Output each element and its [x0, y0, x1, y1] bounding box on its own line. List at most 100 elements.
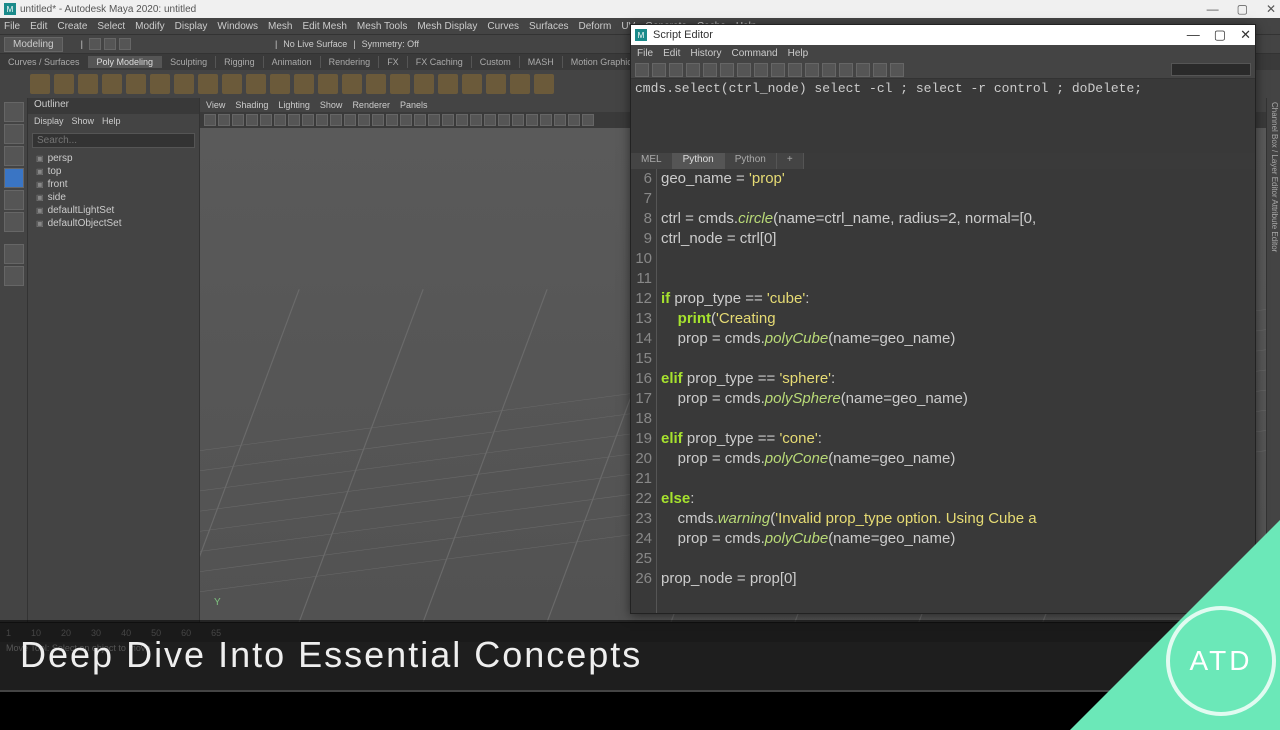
viewport-toolbar-button[interactable]	[372, 114, 384, 126]
shelf-icon[interactable]	[246, 74, 266, 94]
se-toolbar-button[interactable]	[686, 63, 700, 77]
shelf-icon[interactable]	[174, 74, 194, 94]
shelf-icon[interactable]	[390, 74, 410, 94]
live-surface-dropdown[interactable]: No Live Surface	[283, 39, 347, 49]
outliner-menu-item[interactable]: Show	[72, 116, 95, 126]
viewport-toolbar-button[interactable]	[330, 114, 342, 126]
shelf-icon[interactable]	[150, 74, 170, 94]
outliner-item[interactable]: defaultLightSet	[28, 204, 199, 217]
minimize-button[interactable]: —	[1207, 2, 1219, 16]
viewport-toolbar-button[interactable]	[288, 114, 300, 126]
viewport-menu-item[interactable]: Shading	[235, 100, 268, 110]
scale-tool[interactable]	[4, 212, 24, 232]
shelf-tab[interactable]: Rigging	[216, 56, 264, 68]
shelf-icon[interactable]	[342, 74, 362, 94]
se-toolbar-button[interactable]	[754, 63, 768, 77]
se-menu-item[interactable]: History	[690, 48, 721, 59]
se-toolbar-button[interactable]	[856, 63, 870, 77]
viewport-menu-item[interactable]: View	[206, 100, 225, 110]
script-editor-tabs[interactable]: MELPythonPython+	[631, 153, 1255, 169]
se-toolbar-button[interactable]	[720, 63, 734, 77]
symmetry-dropdown[interactable]: Symmetry: Off	[362, 39, 419, 49]
maximize-button[interactable]: ▢	[1214, 27, 1226, 43]
menu-mesh-tools[interactable]: Mesh Tools	[357, 21, 407, 32]
viewport-toolbar-button[interactable]	[218, 114, 230, 126]
se-toolbar-button[interactable]	[771, 63, 785, 77]
se-menu-item[interactable]: Command	[731, 48, 777, 59]
status-icon[interactable]	[89, 38, 101, 50]
shelf-icon[interactable]	[126, 74, 146, 94]
outliner-item[interactable]: persp	[28, 152, 199, 165]
shelf-icon[interactable]	[438, 74, 458, 94]
menu-file[interactable]: File	[4, 21, 20, 32]
menu-create[interactable]: Create	[57, 21, 87, 32]
viewport-toolbar-button[interactable]	[540, 114, 552, 126]
shelf-icon[interactable]	[198, 74, 218, 94]
se-toolbar-button[interactable]	[635, 63, 649, 77]
script-editor-history[interactable]: cmds.select(ctrl_node) select -cl ; sele…	[631, 79, 1255, 153]
workspace-dropdown[interactable]: Modeling	[4, 37, 63, 52]
snap-tool[interactable]	[4, 244, 24, 264]
viewport-menu-item[interactable]: Renderer	[352, 100, 390, 110]
shelf-icon[interactable]	[366, 74, 386, 94]
script-editor-titlebar[interactable]: M Script Editor — ▢ ✕	[631, 25, 1255, 45]
outliner-search-input[interactable]	[32, 133, 195, 148]
viewport-toolbar-button[interactable]	[358, 114, 370, 126]
shelf-tab[interactable]: Rendering	[321, 56, 380, 68]
rotate-tool[interactable]	[4, 190, 24, 210]
shelf-tab[interactable]: Animation	[264, 56, 321, 68]
viewport-toolbar-button[interactable]	[526, 114, 538, 126]
viewport-toolbar-button[interactable]	[246, 114, 258, 126]
viewport-toolbar-button[interactable]	[568, 114, 580, 126]
outliner-item[interactable]: top	[28, 165, 199, 178]
shelf-icon[interactable]	[222, 74, 242, 94]
viewport-toolbar-button[interactable]	[414, 114, 426, 126]
shelf-icon[interactable]	[294, 74, 314, 94]
se-toolbar-button[interactable]	[737, 63, 751, 77]
shelf-tab[interactable]: MASH	[520, 56, 563, 68]
titlebar[interactable]: M untitled* - Autodesk Maya 2020: untitl…	[0, 0, 1280, 18]
viewport-toolbar-button[interactable]	[302, 114, 314, 126]
status-icon[interactable]	[119, 38, 131, 50]
se-toolbar-button[interactable]	[822, 63, 836, 77]
viewport-toolbar-button[interactable]	[554, 114, 566, 126]
shelf-tab[interactable]: Poly Modeling	[89, 56, 163, 68]
shelf-icon[interactable]	[414, 74, 434, 94]
lasso-tool[interactable]	[4, 124, 24, 144]
viewport-toolbar-button[interactable]	[428, 114, 440, 126]
viewport-toolbar-button[interactable]	[498, 114, 510, 126]
outliner-item[interactable]: defaultObjectSet	[28, 217, 199, 230]
outliner-item[interactable]: front	[28, 178, 199, 191]
shelf-icon[interactable]	[78, 74, 98, 94]
shelf-icon[interactable]	[318, 74, 338, 94]
shelf-tab[interactable]: Sculpting	[162, 56, 216, 68]
viewport-toolbar-button[interactable]	[512, 114, 524, 126]
viewport-menu-item[interactable]: Show	[320, 100, 343, 110]
outliner-menu[interactable]: Display Show Help	[28, 114, 199, 128]
menu-edit[interactable]: Edit	[30, 21, 47, 32]
outliner-item[interactable]: side	[28, 191, 199, 204]
se-toolbar-button[interactable]	[669, 63, 683, 77]
shelf-tab[interactable]: Custom	[472, 56, 520, 68]
menu-modify[interactable]: Modify	[135, 21, 164, 32]
viewport-toolbar-button[interactable]	[232, 114, 244, 126]
viewport-toolbar-button[interactable]	[470, 114, 482, 126]
se-tab[interactable]: MEL	[631, 153, 673, 169]
outliner-menu-item[interactable]: Help	[102, 116, 121, 126]
script-editor-menubar[interactable]: FileEditHistoryCommandHelp	[631, 45, 1255, 61]
shelf-icon[interactable]	[30, 74, 50, 94]
history-tool[interactable]	[4, 266, 24, 286]
menu-select[interactable]: Select	[97, 21, 125, 32]
shelf-icon[interactable]	[462, 74, 482, 94]
outliner-menu-item[interactable]: Display	[34, 116, 64, 126]
shelf-tab[interactable]: FX	[379, 56, 408, 68]
shelf-tab[interactable]: Curves / Surfaces	[0, 56, 89, 68]
close-button[interactable]: ✕	[1266, 2, 1276, 16]
menu-display[interactable]: Display	[175, 21, 208, 32]
script-editor-search-input[interactable]	[1171, 63, 1251, 76]
se-tab[interactable]: +	[777, 153, 804, 169]
paint-tool[interactable]	[4, 146, 24, 166]
shelf-tab[interactable]: FX Caching	[408, 56, 472, 68]
viewport-menu-item[interactable]: Lighting	[278, 100, 310, 110]
script-editor-toolbar[interactable]	[631, 61, 1255, 79]
